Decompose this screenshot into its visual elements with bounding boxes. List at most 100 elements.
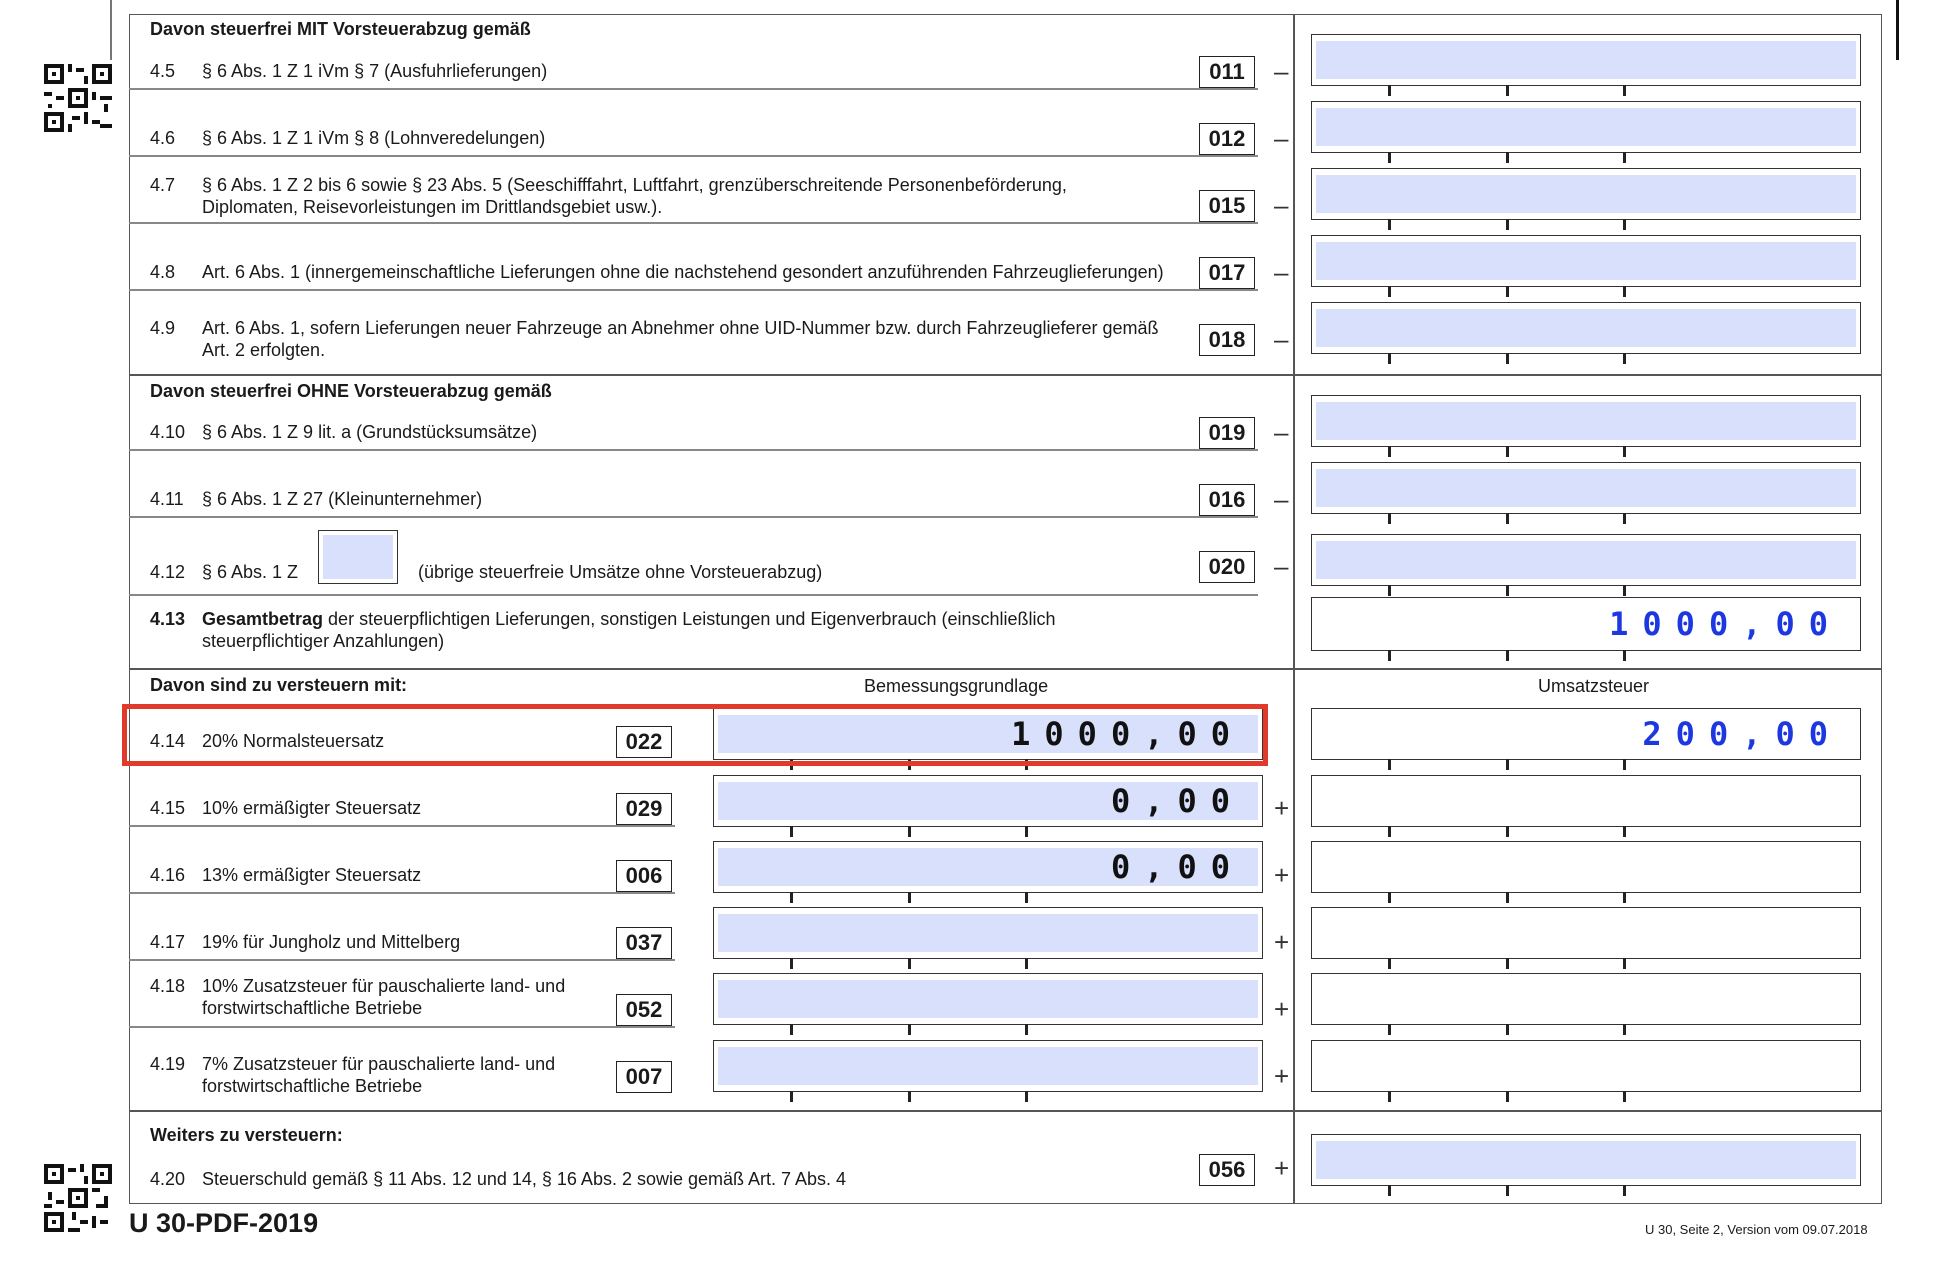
amount-input-011[interactable] — [1311, 34, 1861, 86]
plus-sign: + — [1274, 927, 1290, 957]
row-number: 4.6 — [150, 128, 176, 148]
digit-group-tick — [790, 1091, 793, 1102]
section-heading-ohne-vorsteuer: Davon steuerfrei OHNE Vorsteuerabzug gem… — [150, 381, 552, 401]
section-divider — [129, 1110, 1882, 1112]
minus-sign: – — [1274, 551, 1289, 581]
digit-group-tick — [1025, 958, 1028, 969]
digit-group-tick — [1506, 1185, 1509, 1196]
base-input-029[interactable]: 0,00 — [713, 775, 1263, 827]
row-description: 19% für Jungholz und Mittelberg — [202, 932, 461, 952]
minus-sign: – — [1274, 56, 1289, 86]
digit-group-tick — [1506, 152, 1509, 163]
row-description: § 6 Abs. 1 Z 1 iVm § 8 (Lohnveredelungen… — [202, 128, 546, 148]
digit-group-tick — [1623, 650, 1626, 661]
plus-sign: + — [1274, 1061, 1290, 1091]
row-description: § 6 Abs. 1 Z 2 bis 6 sowie § 23 Abs. 5 (… — [202, 175, 1067, 217]
row-description: 10% Zusatzsteuer für pauschalierte land-… — [202, 976, 566, 1018]
field-code: 018 — [1199, 324, 1255, 356]
z-number-input[interactable] — [318, 530, 398, 584]
digit-group-tick — [1506, 219, 1509, 230]
amount-input-012[interactable] — [1311, 101, 1861, 153]
digit-group-tick — [1623, 826, 1626, 837]
amount-input-056[interactable] — [1311, 1134, 1861, 1186]
row-number: 4.13 — [150, 609, 186, 629]
amount-input-020[interactable] — [1311, 534, 1861, 586]
row-number: 4.9 — [150, 318, 176, 338]
row-number: 4.8 — [150, 262, 176, 282]
amount-input-017[interactable] — [1311, 235, 1861, 287]
digit-group-tick — [1506, 958, 1509, 969]
row-description-b: (übrige steuerfreie Umsätze ohne Vorsteu… — [418, 562, 823, 582]
column-header-umsatzsteuer: Umsatzsteuer — [1538, 676, 1650, 696]
row-underline — [129, 222, 1258, 224]
digit-group-tick — [1506, 353, 1509, 364]
minus-sign: – — [1274, 324, 1289, 354]
section-heading-mit-vorsteuer: Davon steuerfrei MIT Vorsteuerabzug gemä… — [150, 19, 531, 39]
digit-group-tick — [1506, 513, 1509, 524]
digit-group-tick — [1623, 446, 1626, 457]
amount-input-015[interactable] — [1311, 168, 1861, 220]
digit-group-tick — [1623, 958, 1626, 969]
tax-amount-052 — [1311, 973, 1861, 1025]
tax-amount-022: 200,00 — [1311, 708, 1861, 760]
digit-group-tick — [1388, 759, 1391, 770]
base-input-037[interactable] — [713, 907, 1263, 959]
digit-group-tick — [790, 958, 793, 969]
digit-group-tick — [1388, 892, 1391, 903]
row-underline — [129, 155, 1258, 157]
left-edge-mark — [110, 0, 112, 60]
row-description-a: § 6 Abs. 1 Z — [202, 562, 299, 582]
amount-input-018[interactable] — [1311, 302, 1861, 354]
minus-sign: – — [1274, 123, 1289, 153]
digit-group-tick — [1623, 1024, 1626, 1035]
row-description: Gesamtbetrag der steuerpflichtigen Liefe… — [202, 608, 1172, 652]
total-bold-label: Gesamtbetrag — [202, 609, 324, 629]
digit-group-tick — [1388, 513, 1391, 524]
digit-group-tick — [790, 826, 793, 837]
digit-group-tick — [908, 826, 911, 837]
digit-group-tick — [1506, 1024, 1509, 1035]
field-code: 019 — [1199, 417, 1255, 449]
plus-sign: + — [1274, 860, 1290, 890]
row-number: 4.7 — [150, 175, 176, 195]
qr-code-top — [44, 64, 112, 132]
base-input-052[interactable] — [713, 973, 1263, 1025]
digit-group-tick — [1506, 585, 1509, 596]
digit-group-tick — [1388, 1185, 1391, 1196]
base-input-006[interactable]: 0,00 — [713, 841, 1263, 893]
digit-group-tick — [1623, 585, 1626, 596]
tax-amount-007 — [1311, 1040, 1861, 1092]
digit-group-tick — [1506, 759, 1509, 770]
row-description: § 6 Abs. 1 Z 27 (Kleinunternehmer) — [202, 489, 483, 509]
digit-group-tick — [1025, 1091, 1028, 1102]
digit-group-tick — [1506, 446, 1509, 457]
row-number: 4.11 — [150, 489, 184, 509]
row-description: Steuerschuld gemäß § 11 Abs. 12 und 14, … — [202, 1169, 847, 1189]
column-divider — [1293, 14, 1295, 1204]
section-heading-weiters: Weiters zu versteuern: — [150, 1125, 343, 1145]
digit-group-tick — [908, 958, 911, 969]
row-underline — [129, 892, 675, 894]
row-number: 4.18 — [150, 976, 186, 996]
row-number: 4.5 — [150, 61, 176, 81]
base-input-007[interactable] — [713, 1040, 1263, 1092]
row-underline — [129, 516, 1258, 518]
digit-group-tick — [1388, 286, 1391, 297]
version-note: U 30, Seite 2, Version vom 09.07.2018 — [1645, 1222, 1868, 1237]
row-description: § 6 Abs. 1 Z 1 iVm § 7 (Ausfuhrlieferung… — [202, 61, 548, 81]
digit-group-tick — [1388, 152, 1391, 163]
digit-group-tick — [1623, 1091, 1626, 1102]
row-underline — [129, 825, 675, 827]
field-code: 037 — [616, 927, 672, 959]
amount-input-016[interactable] — [1311, 462, 1861, 514]
amount-input-019[interactable] — [1311, 395, 1861, 447]
minus-sign: – — [1274, 484, 1289, 514]
digit-group-tick — [1388, 1024, 1391, 1035]
digit-group-tick — [1506, 892, 1509, 903]
column-header-bemessung: Bemessungsgrundlage — [864, 676, 1049, 696]
digit-group-tick — [908, 1024, 911, 1035]
digit-group-tick — [1506, 85, 1509, 96]
digit-group-tick — [1388, 585, 1391, 596]
base-value: 0,00 — [1110, 782, 1244, 820]
minus-sign: – — [1274, 417, 1289, 447]
